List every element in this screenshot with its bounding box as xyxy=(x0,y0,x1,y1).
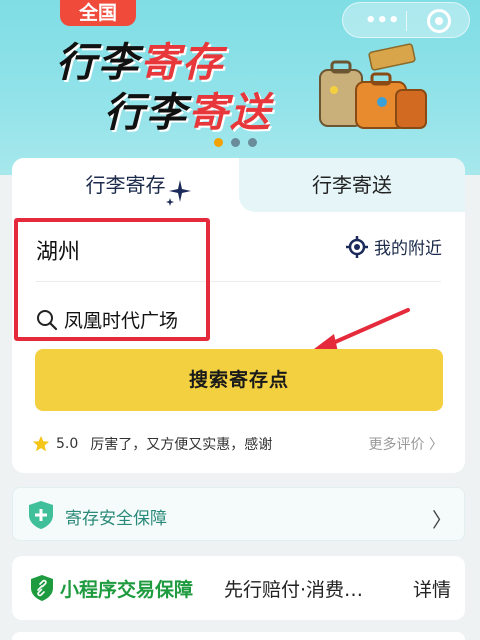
more-menu-icon[interactable]: ••• xyxy=(365,10,400,31)
annotation-highlight-box xyxy=(14,218,210,341)
chevron-right-icon: 〉 xyxy=(432,508,452,532)
tab-luggage-storage-label: 行李寄存 xyxy=(85,173,166,197)
review-text: 厉害了，又方便又实惠，感谢 xyxy=(90,437,273,453)
guarantee-detail-link[interactable]: 详情 xyxy=(413,575,451,602)
search-storage-button[interactable]: 搜索寄存点 xyxy=(35,349,443,411)
service-tabs: 行李寄存 行李寄送 xyxy=(12,158,465,212)
close-miniprogram-icon[interactable] xyxy=(427,9,451,33)
locate-icon xyxy=(346,235,368,258)
review-snippet: 5.0 厉害了，又方便又实惠，感谢 xyxy=(32,434,272,454)
promo-banner[interactable]: 全国 行李寄存 行李寄送 ••• xyxy=(0,0,480,175)
carousel-dots xyxy=(214,138,257,147)
capsule-divider xyxy=(406,11,407,31)
shield-plus-icon xyxy=(29,501,53,529)
storage-search-card: 行李寄存 行李寄送 湖州 我的附近 凤凰时代广场 搜索寄存点 5.0 厉害了，又… xyxy=(12,158,465,473)
banner-headline-delivery: 行李寄送 xyxy=(104,80,272,138)
tab-luggage-storage[interactable]: 行李寄存 xyxy=(12,158,239,212)
guarantee-description: 先行赔付·消费… xyxy=(224,579,364,601)
tab-luggage-delivery-label: 行李寄送 xyxy=(312,173,392,197)
sparkle-icon xyxy=(166,180,191,206)
storage-safety-row[interactable]: 寄存安全保障 〉 xyxy=(12,487,465,541)
carousel-dot[interactable] xyxy=(248,138,257,147)
nearby-button[interactable]: 我的附近 xyxy=(346,234,442,259)
tab-luggage-delivery[interactable]: 行李寄送 xyxy=(239,158,465,212)
banner-line2-part-b: 寄送 xyxy=(188,90,272,136)
carousel-dot[interactable] xyxy=(231,138,240,147)
review-score: 5.0 xyxy=(56,436,79,452)
nationwide-badge: 全国 xyxy=(60,0,136,26)
transaction-guarantee-row[interactable]: 小程序交易保障 先行赔付·消费… 详情 xyxy=(12,556,465,620)
star-icon xyxy=(32,435,50,452)
miniprogram-capsule: ••• xyxy=(342,2,470,38)
nearby-label: 我的附近 xyxy=(374,239,442,259)
guarantee-title: 小程序交易保障 xyxy=(60,579,194,601)
shield-link-icon xyxy=(31,575,53,601)
carousel-dot-active[interactable] xyxy=(214,138,223,147)
safety-label: 寄存安全保障 xyxy=(65,509,167,529)
more-reviews-link[interactable]: 更多评价 〉 xyxy=(369,434,443,454)
banner-line2-part-a: 行李 xyxy=(104,90,188,136)
next-card-edge xyxy=(12,632,465,640)
luggage-illustration xyxy=(319,43,427,129)
